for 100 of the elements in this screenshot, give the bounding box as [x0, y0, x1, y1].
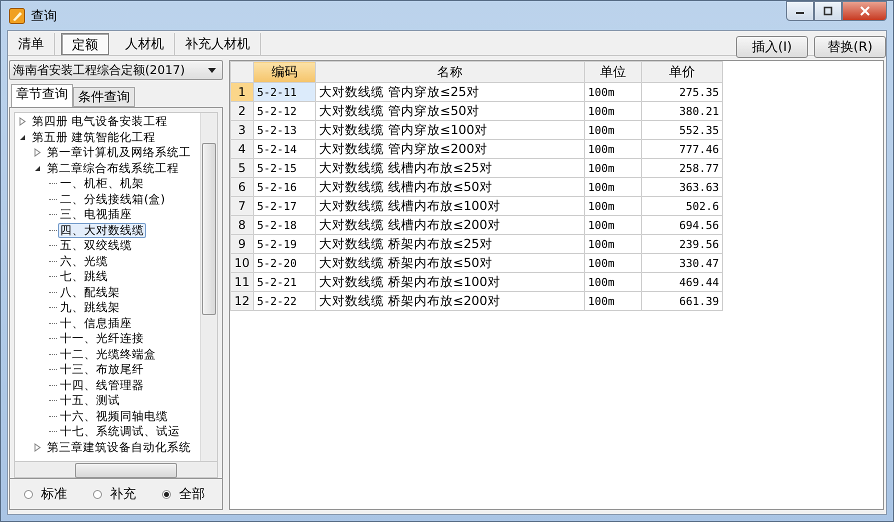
tree-item[interactable]: 九、跳线架: [58, 300, 122, 316]
close-icon: [860, 6, 870, 16]
table-cell: 777.46: [642, 140, 722, 158]
table-cell: 502.6: [642, 196, 722, 216]
library-dropdown[interactable]: 海南省安装工程综合定额(2017): [9, 60, 223, 80]
tree-item[interactable]: 十四、线管理器: [58, 378, 146, 393]
tab[interactable]: 清单: [8, 33, 55, 55]
table-cell: 5-2-22: [254, 292, 316, 310]
table-cell: 552.35: [642, 120, 722, 140]
table-cell: 100m: [584, 140, 642, 158]
caret-icon: [208, 68, 216, 72]
table-cell: 大对数线缆 桥架内布放≤50对: [316, 254, 584, 272]
action-button[interactable]: 插入(I): [736, 36, 808, 58]
table-cell: 大对数线缆 线槽内布放≤50对: [316, 178, 584, 196]
table-cell: 5-2-17: [254, 196, 316, 216]
table-cell: 大对数线缆 桥架内布放≤25对: [316, 234, 584, 254]
table-cell: 大对数线缆 桥架内布放≤100对: [316, 272, 584, 292]
table-cell: 100m: [584, 102, 642, 120]
minimize-button[interactable]: [786, 1, 814, 21]
table-cell: 100m: [584, 292, 642, 310]
row-number: 6: [230, 178, 254, 196]
table-cell: 大对数线缆 管内穿放≤25对: [316, 82, 584, 102]
tree-item[interactable]: 十六、视频同轴电缆: [58, 408, 170, 424]
expanded-arrow-icon[interactable]: [19, 134, 26, 141]
table-cell: 大对数线缆 管内穿放≤200对: [316, 140, 584, 158]
tree-item[interactable]: 十七、系统调试、试运: [58, 424, 182, 440]
collapsed-arrow-icon[interactable]: [19, 117, 26, 126]
tab[interactable]: 条件查询: [73, 87, 135, 107]
tab[interactable]: 定额: [61, 33, 109, 55]
tree-item[interactable]: 五、双绞线缆: [58, 238, 134, 254]
tree-item[interactable]: 二、分线接线箱(盒): [58, 192, 167, 207]
table-cell: 100m: [584, 120, 642, 140]
collapsed-arrow-icon[interactable]: [34, 442, 41, 452]
tab[interactable]: 补充人材机: [175, 33, 261, 55]
table-cell: 100m: [584, 196, 642, 216]
table-cell: 大对数线缆 管内穿放≤100对: [316, 120, 584, 140]
table-cell: 469.44: [642, 272, 722, 292]
radio-option[interactable]: 全部: [162, 485, 205, 503]
tree-item[interactable]: 第一章计算机及网络系统工: [45, 145, 193, 160]
table-cell: 380.21: [642, 102, 722, 120]
radio-option[interactable]: 标准: [24, 485, 67, 503]
table-cell: 694.56: [642, 216, 722, 234]
column-header[interactable]: 单位: [584, 62, 642, 82]
tree-item[interactable]: 十三、布放尾纤: [58, 362, 146, 378]
tree-item[interactable]: 十一、光纤连接: [58, 331, 146, 346]
tree-item[interactable]: 一、机柜、机架: [58, 176, 146, 192]
table-cell: 100m: [584, 234, 642, 254]
table-cell: 363.63: [642, 178, 722, 196]
tree-item[interactable]: 十二、光缆终端盒: [58, 346, 158, 362]
horizontal-scrollbar[interactable]: [14, 461, 218, 478]
row-number: 3: [230, 120, 254, 140]
table-cell: 5-2-21: [254, 272, 316, 292]
table-cell: 100m: [584, 254, 642, 272]
table-cell: 100m: [584, 272, 642, 292]
table-cell: 5-2-20: [254, 254, 316, 272]
maximize-icon: [823, 6, 833, 16]
tree-item[interactable]: 十五、测试: [58, 393, 122, 408]
table-cell: 5-2-18: [254, 216, 316, 234]
tree-item[interactable]: 八、配线架: [58, 284, 122, 300]
tree-item[interactable]: 第二章综合布线系统工程: [45, 160, 181, 176]
column-header[interactable]: 编码: [254, 62, 316, 82]
table-cell: 大对数线缆 桥架内布放≤200对: [316, 292, 584, 310]
close-button[interactable]: [842, 1, 887, 21]
radio-option[interactable]: 补充: [93, 485, 136, 503]
row-number: 1: [230, 82, 254, 102]
table-cell: 330.47: [642, 254, 722, 272]
window-title: 查询: [31, 8, 57, 24]
tree-item[interactable]: 三、电视插座: [58, 207, 134, 222]
table-cell: 258.77: [642, 158, 722, 178]
collapsed-arrow-icon[interactable]: [34, 148, 41, 158]
vertical-scrollbar[interactable]: [200, 113, 217, 461]
maximize-button[interactable]: [814, 1, 842, 21]
action-button[interactable]: 替换(R): [814, 36, 886, 58]
table-cell: 100m: [584, 158, 642, 178]
row-number: 5: [230, 158, 254, 178]
tab[interactable]: 章节查询: [11, 84, 73, 107]
tree-item[interactable]: 第五册 建筑智能化工程: [30, 130, 158, 145]
column-header[interactable]: 单价: [642, 62, 722, 82]
expanded-arrow-icon[interactable]: [34, 164, 41, 172]
row-number: 2: [230, 102, 254, 120]
table-cell: 5-2-16: [254, 178, 316, 196]
tree-item[interactable]: 六、光缆: [58, 254, 110, 269]
tree-item[interactable]: 第四册 电气设备安装工程: [30, 114, 170, 130]
table-cell: 5-2-11: [254, 82, 316, 102]
row-number: 10: [230, 254, 254, 272]
tree-item[interactable]: 七、跳线: [58, 269, 110, 284]
table-cell: 100m: [584, 216, 642, 234]
tab[interactable]: 人材机: [115, 33, 175, 55]
table-cell: 大对数线缆 管内穿放≤50对: [316, 102, 584, 120]
row-number: 4: [230, 140, 254, 158]
app-icon: [9, 8, 25, 24]
column-header[interactable]: 名称: [316, 62, 584, 82]
table-cell: 5-2-14: [254, 140, 316, 158]
tree-item[interactable]: 四、大对数线缆: [58, 222, 146, 238]
table-cell: 239.56: [642, 234, 722, 254]
tree-item[interactable]: 第三章建筑设备自动化系统: [45, 440, 193, 455]
table-cell: 大对数线缆 线槽内布放≤200对: [316, 216, 584, 234]
tree-item[interactable]: 十、信息插座: [58, 316, 134, 331]
table-cell: 661.39: [642, 292, 722, 310]
table-cell: 大对数线缆 线槽内布放≤25对: [316, 158, 584, 178]
